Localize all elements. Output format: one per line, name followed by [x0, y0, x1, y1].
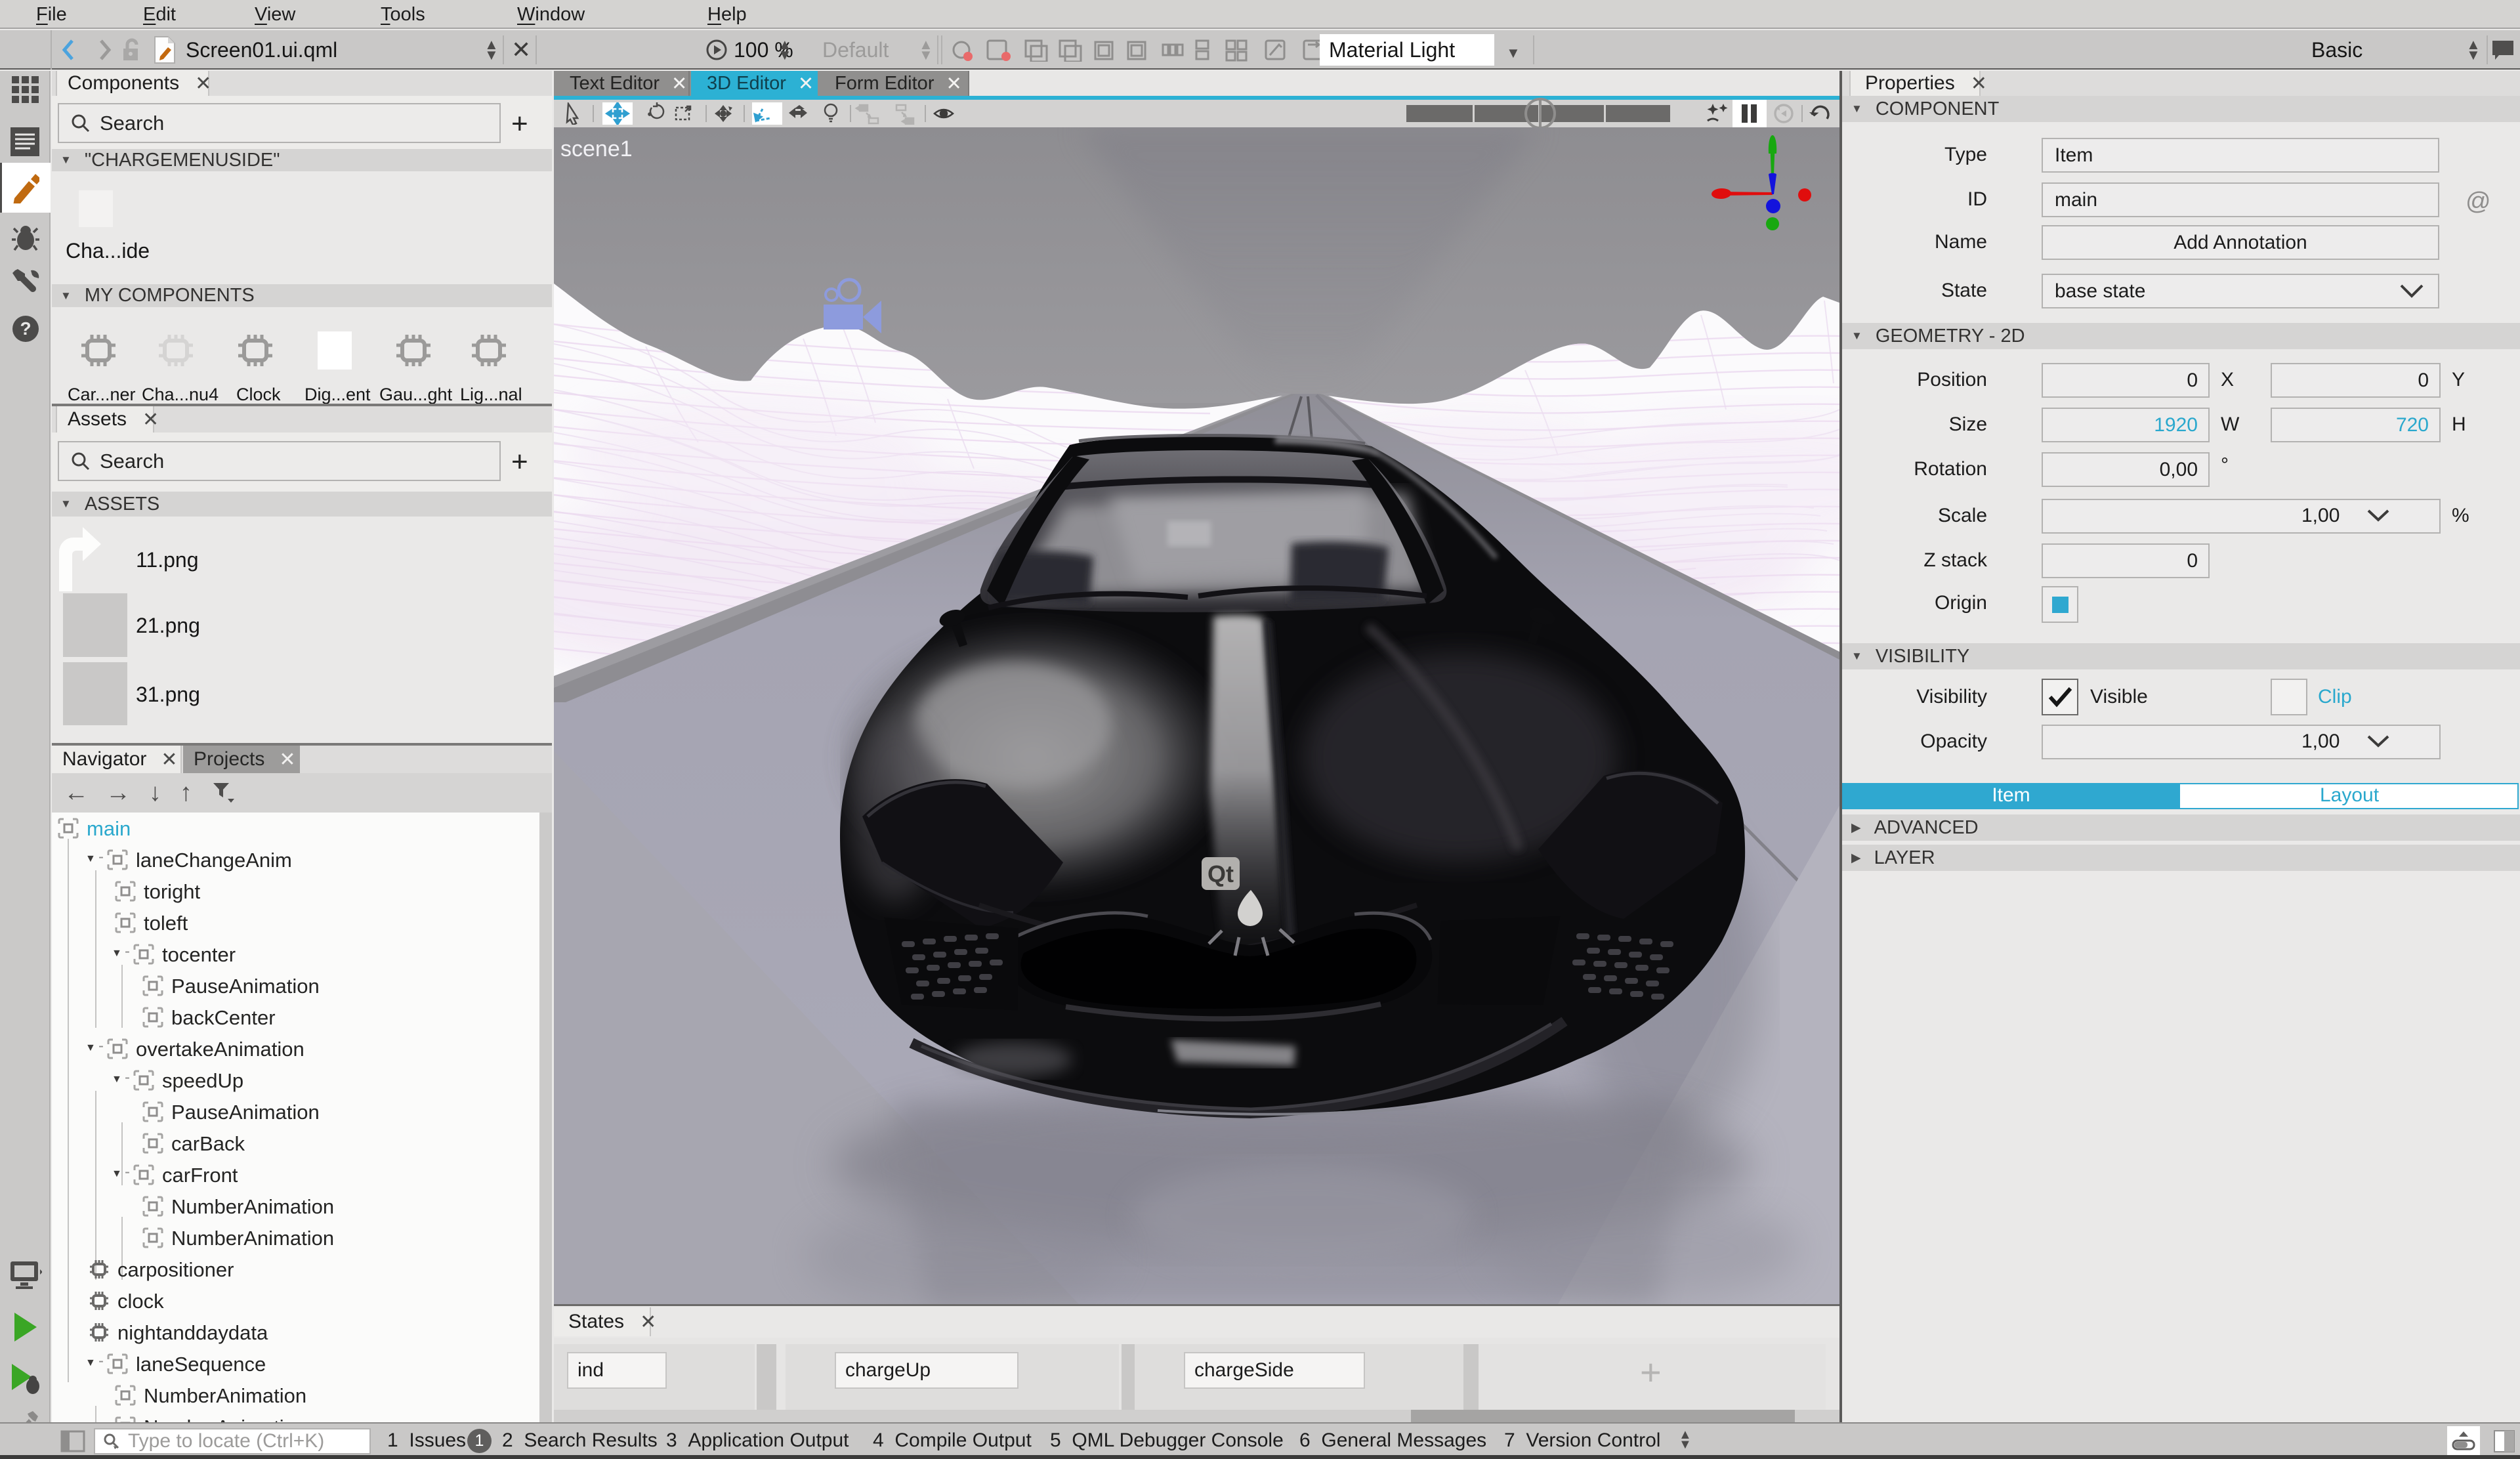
svg-text:?: ?	[20, 318, 31, 339]
svg-text:scene1: scene1	[560, 137, 633, 161]
svg-text:Qt: Qt	[1208, 860, 1234, 887]
